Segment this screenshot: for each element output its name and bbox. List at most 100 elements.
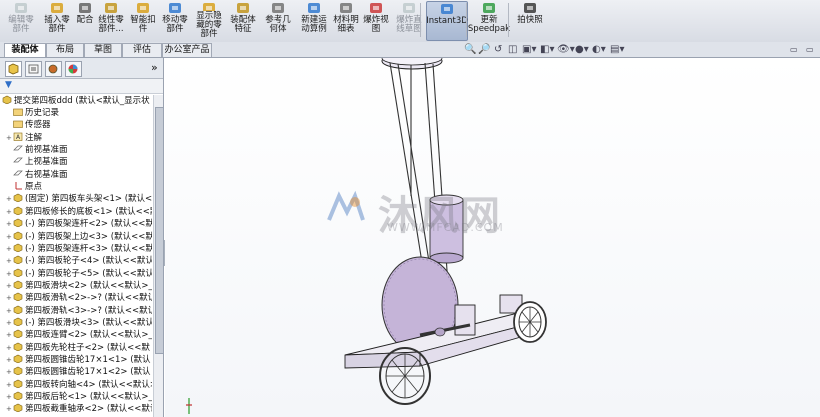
show-hidden-button[interactable]: 显示隐 藏的零 部件 — [192, 1, 226, 39]
tree-item[interactable]: + (-) 第四板轮子<4> (默认<<默认 — [6, 255, 152, 267]
tree-item[interactable]: + 第四板修长的底板<1> (默认<<默 — [6, 206, 152, 218]
tree-filter-bar[interactable]: ▼ — [0, 79, 163, 94]
zoom-area-icon[interactable]: 🔎 — [478, 44, 490, 56]
tree-item[interactable]: 右视基准面 — [6, 169, 152, 181]
tree-item[interactable]: + (固定) 第四板车头架<1> (默认< — [6, 193, 152, 205]
scrollbar-thumb[interactable] — [155, 107, 164, 354]
tab-2[interactable]: 草图 — [84, 43, 122, 57]
tree-expander[interactable]: + — [6, 268, 13, 280]
tree-expander[interactable]: + — [6, 305, 13, 317]
tree-expander[interactable]: + — [6, 243, 13, 255]
tab-4[interactable]: 办公室产品 — [162, 43, 212, 57]
instant3d-button[interactable]: Instant3D — [426, 1, 468, 41]
tree-item[interactable]: + 第四板转向轴<4> (默认<<默认> — [6, 379, 152, 391]
tree-expander[interactable]: + — [6, 317, 13, 329]
tree-item[interactable]: 传感器 — [6, 119, 152, 131]
view-orientation-icon[interactable]: ▣▾ — [522, 44, 536, 56]
tree-item[interactable]: + 第四板滑块<2> (默认<<默认>_显 — [6, 280, 152, 292]
tree-expander[interactable]: + — [6, 366, 13, 378]
tree-expander[interactable]: + — [6, 193, 13, 205]
edit-component-button[interactable]: 编辑零 部件 — [4, 1, 38, 39]
tree-item[interactable]: + 第四板圆锥齿轮17×1<1> (默认 — [6, 354, 152, 366]
tree-root-assembly[interactable]: 提交第四板ddd (默认<默认_显示状 — [2, 95, 152, 107]
filter-icon[interactable]: ▼ — [5, 80, 12, 90]
tree-item[interactable]: + 第四板圆锥齿轮17×1<2> (默认 — [6, 366, 152, 378]
tree-scrollbar[interactable] — [153, 95, 164, 417]
tree-item-label: 第四板截重轴承<2> (默认<<默认 — [25, 404, 152, 415]
tree-expander[interactable]: + — [6, 342, 13, 354]
tree-expander[interactable]: + — [6, 403, 13, 415]
panel-expand-icon[interactable]: » — [151, 61, 158, 74]
window-restore-icon[interactable]: ▭ — [790, 44, 798, 56]
tree-item-label: 第四板滑块<2> (默认<<默认>_显 — [25, 280, 152, 291]
tree-expander[interactable]: + — [6, 206, 13, 218]
plane-icon — [13, 158, 23, 163]
section-view-icon[interactable]: ◫ — [508, 44, 517, 56]
tree-item[interactable]: + 第四板连臂<2> (默认<<默认>_显 — [6, 329, 152, 341]
feature-manager-tab[interactable] — [5, 61, 22, 77]
tab-3[interactable]: 评估 — [122, 43, 162, 57]
tree-item[interactable]: + A 注解 — [6, 132, 152, 144]
appearance-icon[interactable]: ●▾ — [575, 44, 589, 56]
tree-expander[interactable]: + — [6, 132, 13, 144]
ribbon-separator — [466, 3, 467, 37]
tree-expander[interactable]: + — [6, 379, 13, 391]
zoom-to-fit-icon[interactable]: 🔍 — [464, 44, 476, 56]
tree-item[interactable]: + (-) 第四板架连杆<2> (默认<<默 — [6, 218, 152, 230]
view-settings-icon[interactable]: ▤▾ — [610, 44, 624, 56]
tree-expander[interactable]: + — [6, 391, 13, 403]
tree-expander[interactable]: + — [6, 255, 13, 267]
previous-view-icon[interactable]: ↺ — [494, 44, 502, 56]
tree-expander[interactable]: + — [6, 218, 13, 230]
display-manager-tab[interactable] — [65, 61, 82, 77]
tree-item[interactable]: + 第四板滑轨<3>->? (默认<<默认 — [6, 305, 152, 317]
tree-expander[interactable]: + — [6, 231, 13, 243]
smart-fastener-icon — [137, 3, 149, 13]
ribbon-button-label: 爆炸直 线草图 — [396, 15, 422, 34]
tree-item-label: 第四板先轮柱子<2> (默认<<默 — [25, 342, 150, 353]
tree-item[interactable]: + (-) 第四板滑块<3> (默认<<默认 — [6, 317, 152, 329]
hide-show-items-icon[interactable]: 👁▾ — [557, 44, 575, 56]
graphics-viewport[interactable]: 沐风网 WWW.MFCAD.COM — [165, 58, 820, 417]
tree-item[interactable]: + 第四板后轮<1> (默认<<默认>_显 — [6, 391, 152, 403]
exploded-view-button[interactable]: 爆炸视 图 — [362, 1, 390, 39]
command-manager-ribbon: 编辑零 部件 插入零 部件 配合 线性零 部件... 智能扣 件移动零 部件 显示隐 藏的… — [0, 0, 820, 43]
linear-pattern-button[interactable]: 线性零 部件... — [96, 1, 126, 39]
assembly-feature-button[interactable]: 装配体 特征 — [228, 1, 258, 39]
insert-component-button[interactable]: 插入零 部件 — [42, 1, 72, 39]
snapshot-button[interactable]: 拍快照 — [512, 1, 548, 39]
tree-item[interactable]: + (-) 第四板架上边<3> (默认<<默 — [6, 231, 152, 243]
tab-0[interactable]: 装配体 — [4, 43, 46, 57]
tree-expander[interactable]: + — [6, 292, 13, 304]
new-motion-study-button[interactable]: 新建运 动算例 — [298, 1, 330, 39]
tree-item[interactable]: + 第四板截重轴承<2> (默认<<默认 — [6, 403, 152, 415]
tree-item[interactable]: 上视基准面 — [6, 156, 152, 168]
tree-item[interactable]: 原点 — [6, 181, 152, 193]
tree-item-label: 历史记录 — [25, 108, 60, 118]
window-close-icon[interactable]: ▭ — [806, 44, 814, 56]
mate-button[interactable]: 配合 — [74, 1, 96, 39]
smart-fastener-button[interactable]: 智能扣 件 — [128, 1, 158, 39]
move-component-button[interactable]: 移动零 部件 — [160, 1, 190, 39]
tree-item[interactable]: + 第四板滑轨<2>->? (默认<<默认 — [6, 292, 152, 304]
update-speedpak-button[interactable]: 更新 Speedpak — [468, 1, 510, 39]
annotation-icon: A — [13, 132, 23, 141]
tree-item[interactable]: 历史记录 — [6, 107, 152, 119]
tab-1[interactable]: 布局 — [46, 43, 84, 57]
configuration-manager-tab[interactable] — [45, 61, 62, 77]
tree-expander[interactable]: + — [6, 354, 13, 366]
display-style-icon[interactable]: ◧▾ — [540, 44, 554, 56]
bom-button[interactable]: 材料明 细表 — [332, 1, 360, 39]
property-manager-tab[interactable] — [25, 61, 42, 77]
reference-geometry-button[interactable]: 参考几 何体 — [262, 1, 294, 39]
scene-icon[interactable]: ◐▾ — [592, 44, 606, 56]
ribbon-button-label: 拍快照 — [517, 15, 543, 25]
tree-item[interactable]: + 第四板先轮柱子<2> (默认<<默 — [6, 342, 152, 354]
tree-item[interactable]: 前视基准面 — [6, 144, 152, 156]
tree-item[interactable]: + (-) 第四板架连杆<3> (默认<<默 — [6, 243, 152, 255]
tree-item[interactable]: + (-) 第四板轮子<5> (默认<<默认 — [6, 268, 152, 280]
motion-study-icon — [308, 3, 320, 13]
part-icon — [13, 218, 23, 228]
tree-expander[interactable]: + — [6, 329, 13, 341]
tree-expander[interactable]: + — [6, 280, 13, 292]
